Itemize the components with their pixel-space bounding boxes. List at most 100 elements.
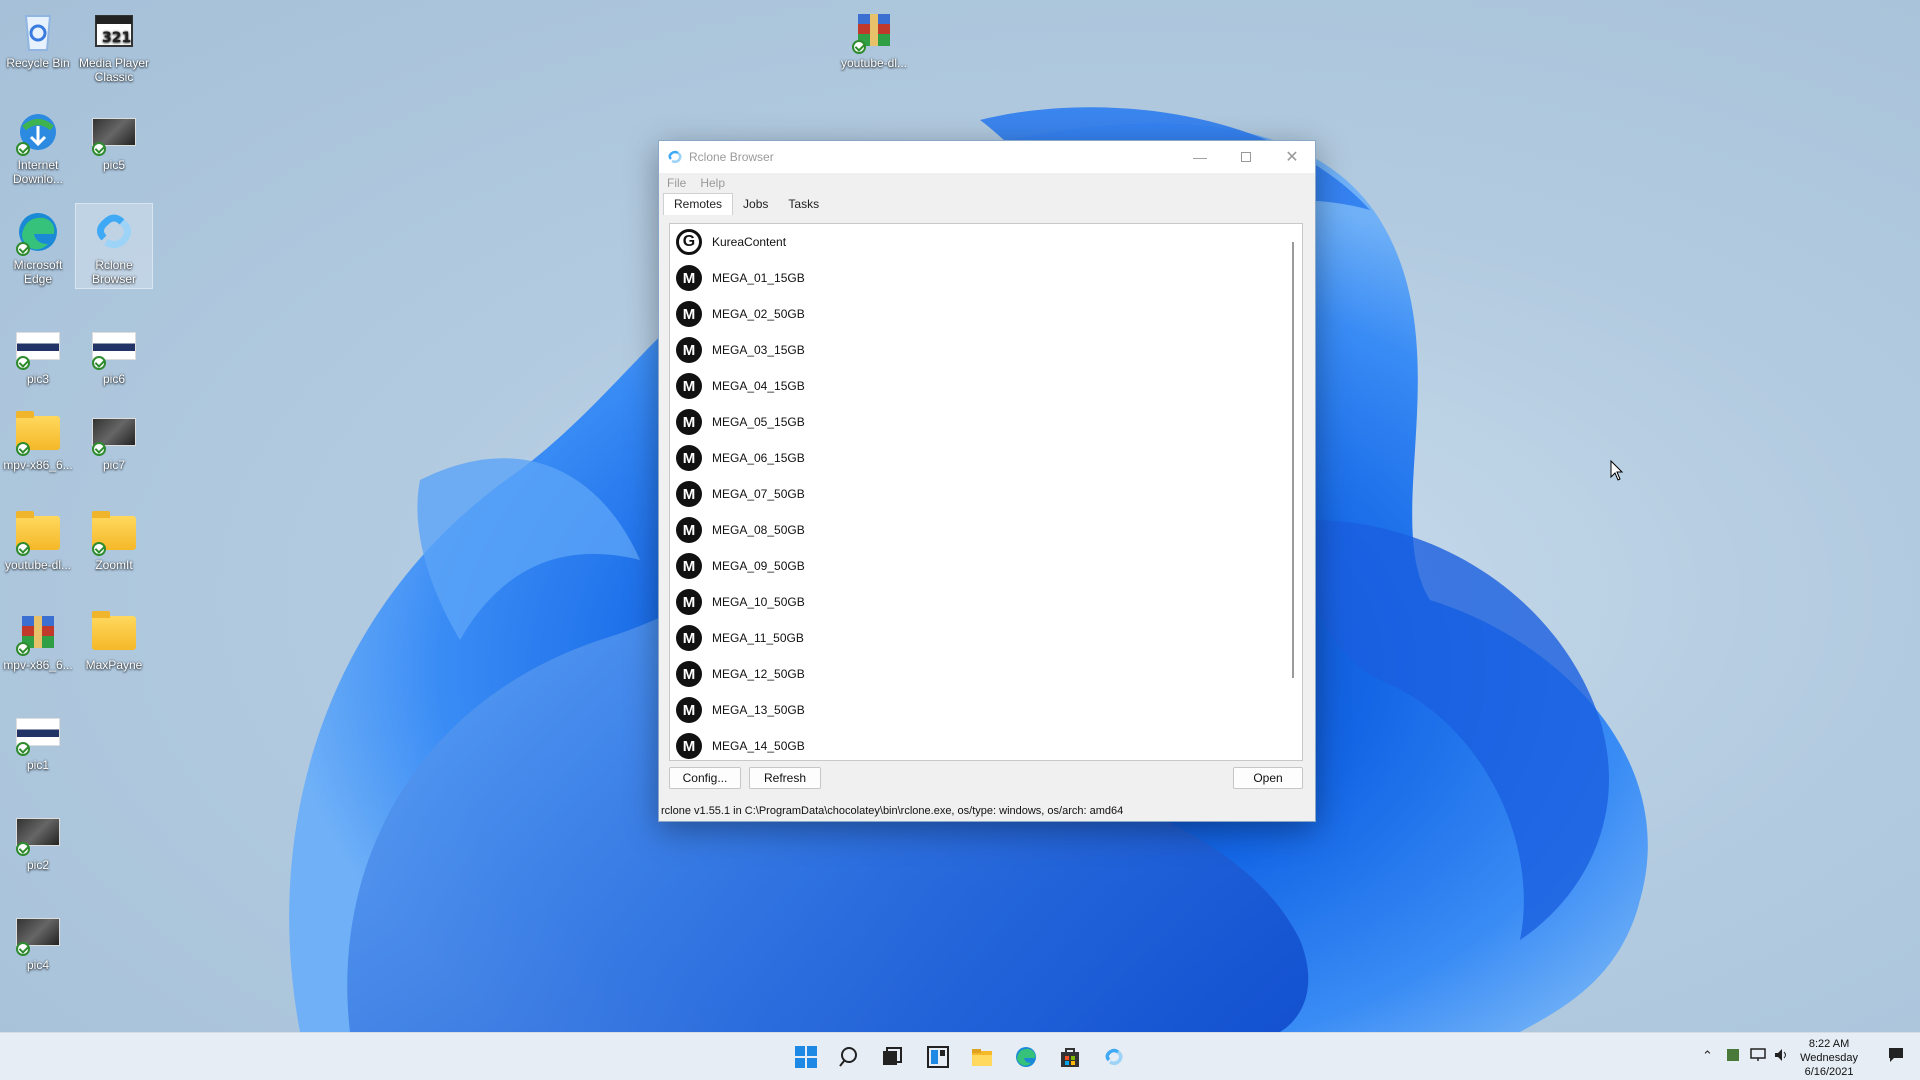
widgets-icon	[927, 1046, 949, 1068]
remote-item[interactable]: M MEGA_03_15GB	[670, 332, 1302, 368]
taskbar-rclone-button[interactable]	[1100, 1043, 1128, 1071]
tab-tasks[interactable]: Tasks	[778, 194, 829, 215]
desktop-icon-pic6[interactable]: pic6	[76, 318, 152, 386]
desktop-icon-pic1[interactable]: pic1	[0, 704, 76, 772]
taskbar-task-view-button[interactable]	[878, 1043, 906, 1071]
rclone-icon	[1105, 1048, 1123, 1066]
open-button[interactable]: Open	[1233, 767, 1303, 789]
taskbar-edge-button[interactable]	[1012, 1043, 1040, 1071]
remote-item[interactable]: M MEGA_06_15GB	[670, 440, 1302, 476]
remote-item[interactable]: M MEGA_12_50GB	[670, 656, 1302, 692]
remote-name: MEGA_13_50GB	[712, 703, 805, 717]
remote-item[interactable]: G KureaContent	[670, 224, 1302, 260]
desktop-icon-label: pic5	[102, 158, 125, 172]
desktop-icon-pic2[interactable]: pic2	[0, 804, 76, 872]
remote-item[interactable]: M MEGA_14_50GB	[670, 728, 1302, 760]
maximize-button[interactable]	[1223, 141, 1269, 173]
taskbar-store-button[interactable]	[1056, 1043, 1084, 1071]
desktop-icon-microsoft-edge[interactable]: Microsoft Edge	[0, 204, 76, 286]
desktop-icon-label: mpv-x86_6...	[3, 658, 73, 672]
desktop-icon-label: Microsoft Edge	[13, 258, 63, 286]
title-bar[interactable]: Rclone Browser — ✕	[659, 141, 1315, 173]
desktop-icon-pic5[interactable]: pic5	[76, 104, 152, 172]
remote-item[interactable]: M MEGA_09_50GB	[670, 548, 1302, 584]
menu-help[interactable]: Help	[700, 176, 725, 190]
desktop-icon-mpv-folder[interactable]: mpv-x86_6...	[0, 404, 76, 472]
remote-item[interactable]: M MEGA_01_15GB	[670, 260, 1302, 296]
mega-icon: M	[676, 517, 702, 543]
taskbar-search-button[interactable]	[836, 1043, 864, 1071]
taskbar-clock[interactable]: 8:22 AM Wednesday 6/16/2021	[1800, 1037, 1858, 1079]
remote-item[interactable]: M MEGA_04_15GB	[670, 368, 1302, 404]
taskbar: ⌃ 8:22 AM Wednesday 6/16/2021	[0, 1032, 1920, 1080]
sync-check-icon	[16, 442, 30, 456]
taskbar-widgets-button[interactable]	[924, 1043, 952, 1071]
mega-icon: M	[676, 301, 702, 327]
desktop-icon-label: ZoomIt	[95, 558, 133, 572]
desktop-icon-label: youtube-dl...	[840, 56, 908, 70]
show-hidden-icons-chevron-up-icon[interactable]: ⌃	[1702, 1048, 1713, 1064]
desktop-icon-maxpayne[interactable]: MaxPayne	[76, 604, 152, 672]
sync-check-icon	[16, 742, 30, 756]
tab-jobs[interactable]: Jobs	[733, 194, 778, 215]
mega-icon: M	[676, 589, 702, 615]
remote-name: MEGA_14_50GB	[712, 739, 805, 753]
notifications-icon[interactable]	[1888, 1047, 1904, 1066]
sync-check-icon	[16, 142, 30, 156]
desktop-icon-pic4[interactable]: pic4	[0, 904, 76, 972]
desktop-icon-youtube-dl-folder[interactable]: youtube-dl...	[0, 504, 76, 572]
sync-check-icon	[852, 40, 866, 54]
refresh-button[interactable]: Refresh	[749, 767, 821, 789]
remote-name: MEGA_02_50GB	[712, 307, 805, 321]
config-button[interactable]: Config...	[669, 767, 741, 789]
remote-name: MEGA_06_15GB	[712, 451, 805, 465]
desktop-icon-pic7[interactable]: pic7	[76, 404, 152, 472]
network-icon[interactable]	[1750, 1048, 1766, 1065]
minimize-icon: —	[1193, 149, 1207, 165]
mega-icon: M	[676, 265, 702, 291]
sync-check-icon	[16, 642, 30, 656]
remotes-list[interactable]: G KureaContent M MEGA_01_15GB M MEGA_02_50G…	[669, 223, 1303, 761]
remote-item[interactable]: M MEGA_07_50GB	[670, 476, 1302, 512]
remote-name: MEGA_08_50GB	[712, 523, 805, 537]
sync-check-icon	[16, 942, 30, 956]
scrollbar[interactable]	[1292, 242, 1294, 678]
mega-icon: M	[676, 661, 702, 687]
desktop-icon-label: mpv-x86_6...	[3, 458, 73, 472]
edge-icon	[1016, 1047, 1036, 1067]
taskbar-start-button[interactable]	[792, 1043, 820, 1071]
remote-item[interactable]: M MEGA_10_50GB	[670, 584, 1302, 620]
desktop-icon-label: pic6	[102, 372, 125, 386]
close-button[interactable]: ✕	[1269, 141, 1315, 173]
desktop-icon-rclone-browser[interactable]: Rclone Browser	[75, 203, 153, 289]
desktop-icon-pic3[interactable]: pic3	[0, 318, 76, 386]
sync-check-icon	[92, 542, 106, 556]
desktop-icon-youtube-dl-archive[interactable]: youtube-dl...	[836, 2, 912, 70]
remote-item[interactable]: M MEGA_13_50GB	[670, 692, 1302, 728]
remote-item[interactable]: M MEGA_08_50GB	[670, 512, 1302, 548]
desktop-icon-recycle-bin[interactable]: Recycle Bin	[0, 2, 76, 70]
menu-file[interactable]: File	[667, 176, 686, 190]
tab-bar: Remotes Jobs Tasks	[659, 193, 1315, 215]
minimize-button[interactable]: —	[1177, 141, 1223, 173]
close-icon: ✕	[1285, 149, 1299, 166]
remote-name: MEGA_10_50GB	[712, 595, 805, 609]
taskbar-file-explorer-button[interactable]	[968, 1043, 996, 1071]
sync-check-icon	[92, 142, 106, 156]
tab-remotes[interactable]: Remotes	[663, 193, 734, 215]
desktop-icon-mpv-archive[interactable]: mpv-x86_6...	[0, 604, 76, 672]
remote-item[interactable]: M MEGA_02_50GB	[670, 296, 1302, 332]
desktop-icon-internet-download-manager[interactable]: Internet Downlo...	[0, 104, 76, 186]
desktop-icon-label: pic3	[26, 372, 49, 386]
remote-item[interactable]: M MEGA_11_50GB	[670, 620, 1302, 656]
clock-time: 8:22 AM	[1808, 1038, 1850, 1050]
sync-check-icon	[92, 356, 106, 370]
remote-name: MEGA_05_15GB	[712, 415, 805, 429]
desktop-icon-media-player-classic[interactable]: 321 Media Player Classic	[76, 2, 152, 84]
volume-icon[interactable]	[1774, 1048, 1790, 1065]
remote-item[interactable]: M MEGA_05_15GB	[670, 404, 1302, 440]
sync-check-icon	[16, 356, 30, 370]
desktop-icon-zoomit[interactable]: ZoomIt	[76, 504, 152, 572]
mega-icon: M	[676, 697, 702, 723]
tray-app-icon[interactable]	[1726, 1048, 1740, 1065]
